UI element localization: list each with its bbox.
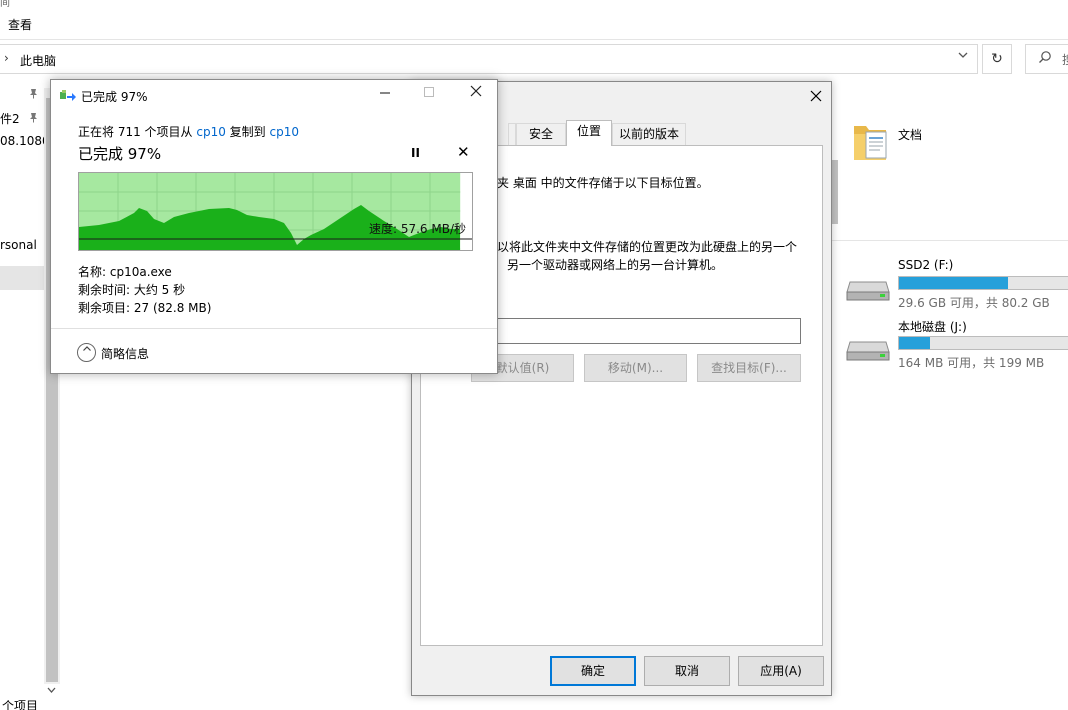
tab-location[interactable]: 位置	[566, 120, 612, 146]
search-placeholder: 搜	[1062, 51, 1068, 68]
copy-progress-dialog: 已完成 97% 正在将 711 个项目从 cp10 复制到 cp10 已完成 9…	[50, 79, 498, 374]
section-divider	[832, 240, 1068, 241]
drive-usage-bar	[898, 276, 1068, 290]
pause-button[interactable]: II	[411, 146, 420, 160]
copy-summary-prefix: 正在将 711 个项目从	[78, 125, 197, 139]
folder-label: 文档	[898, 128, 923, 142]
minimize-icon[interactable]	[379, 84, 391, 102]
dialog-divider	[51, 328, 497, 329]
ok-button[interactable]: 确定	[550, 656, 636, 686]
drive-item-j[interactable]: 本地磁盘 (J:) 164 MB 可用，共 199 MB	[846, 318, 1068, 372]
ribbon-tab-view[interactable]: 查看	[8, 16, 32, 33]
location-path-field[interactable]	[471, 318, 801, 344]
pin-icon	[28, 88, 39, 102]
tab-previous-versions[interactable]: 以前的版本	[612, 123, 686, 145]
speed-label: 速度: 57.6 MB/秒	[368, 222, 466, 236]
search-icon	[1038, 50, 1052, 68]
nav-item[interactable]: rsonal	[0, 238, 37, 252]
drive-name: SSD2 (F:)	[898, 258, 954, 272]
speed-graph-canvas	[79, 173, 472, 250]
location-instruction-line1: 以将此文件夹中文件存储的位置更改为此硬盘上的另一个	[497, 240, 798, 254]
fewer-details-link[interactable]: 简略信息	[101, 345, 149, 362]
destination-folder-link[interactable]: cp10	[269, 125, 298, 139]
apply-button[interactable]: 应用(A)	[738, 656, 824, 686]
address-text: 此电脑	[20, 54, 57, 68]
copy-summary-mid: 复制到	[225, 125, 270, 139]
transfer-speed-graph: 速度: 57.6 MB/秒	[78, 172, 473, 251]
items-remaining: 剩余项目: 27 (82.8 MB)	[78, 301, 212, 315]
cancel-button[interactable]: 取消	[644, 656, 730, 686]
chevron-down-icon[interactable]	[958, 50, 968, 63]
refresh-button[interactable]: ↻	[982, 44, 1012, 74]
tab-label: 位置	[576, 124, 601, 138]
hard-drive-icon	[846, 334, 890, 365]
drive-usage-bar	[898, 336, 1068, 350]
drive-space-info: 164 MB 可用，共 199 MB	[898, 356, 1045, 370]
main-scrollbar-thumb[interactable]	[832, 160, 838, 224]
copy-files-icon	[60, 90, 76, 105]
dialog-title: 已完成 97%	[81, 90, 148, 104]
folder-icon	[850, 118, 890, 167]
scroll-down-icon[interactable]	[47, 686, 56, 698]
folder-documents[interactable]: 文档	[850, 118, 1068, 168]
maximize-icon	[423, 84, 435, 102]
address-bar: › 此电脑 ↻ 搜	[0, 44, 1068, 76]
tab-label: 安全	[528, 127, 553, 141]
drive-space-info: 29.6 GB 可用，共 80.2 GB	[898, 296, 1050, 310]
nav-item-selected[interactable]	[0, 266, 44, 290]
address-box[interactable]: › 此电脑	[0, 44, 978, 74]
hard-drive-icon	[846, 274, 890, 305]
drive-usage-fill	[899, 277, 1008, 289]
time-remaining: 剩余时间: 大约 5 秒	[78, 283, 186, 297]
tab-label: 以前的版本	[618, 127, 679, 141]
tab-sharing[interactable]: 享	[508, 123, 516, 145]
current-file-name: 名称: cp10a.exe	[78, 265, 172, 279]
tab-security[interactable]: 安全	[516, 123, 566, 145]
drive-item-f[interactable]: SSD2 (F:) 29.6 GB 可用，共 80.2 GB	[846, 258, 1068, 312]
refresh-icon: ↻	[991, 51, 1003, 67]
source-folder-link[interactable]: cp10	[196, 125, 225, 139]
pin-icon	[28, 112, 39, 126]
chevron-right-icon[interactable]: ›	[4, 51, 9, 65]
status-bar-item-count: 个项目	[2, 699, 39, 710]
search-input[interactable]: 搜	[1025, 44, 1068, 74]
move-button[interactable]: 移动(M)...	[584, 354, 687, 382]
close-icon[interactable]	[809, 88, 823, 107]
drive-usage-fill	[899, 337, 931, 349]
location-instruction-line2: 另一个驱动器或网络上的另一台计算机。	[507, 258, 724, 272]
copy-summary: 正在将 711 个项目从 cp10 复制到 cp10	[78, 123, 299, 140]
nav-item[interactable]: 件2	[0, 110, 20, 127]
ribbon: 查看	[0, 0, 1068, 40]
find-target-button[interactable]: 查找目标(F)...	[697, 354, 801, 382]
chevron-up-icon[interactable]	[77, 343, 96, 362]
close-icon[interactable]	[469, 84, 483, 102]
cancel-copy-button[interactable]: ✕	[457, 143, 470, 161]
progress-status: 已完成 97%	[78, 145, 162, 163]
drive-name: 本地磁盘 (J:)	[898, 320, 967, 334]
location-description: 夹 桌面 中的文件存储于以下目标位置。	[497, 176, 709, 190]
